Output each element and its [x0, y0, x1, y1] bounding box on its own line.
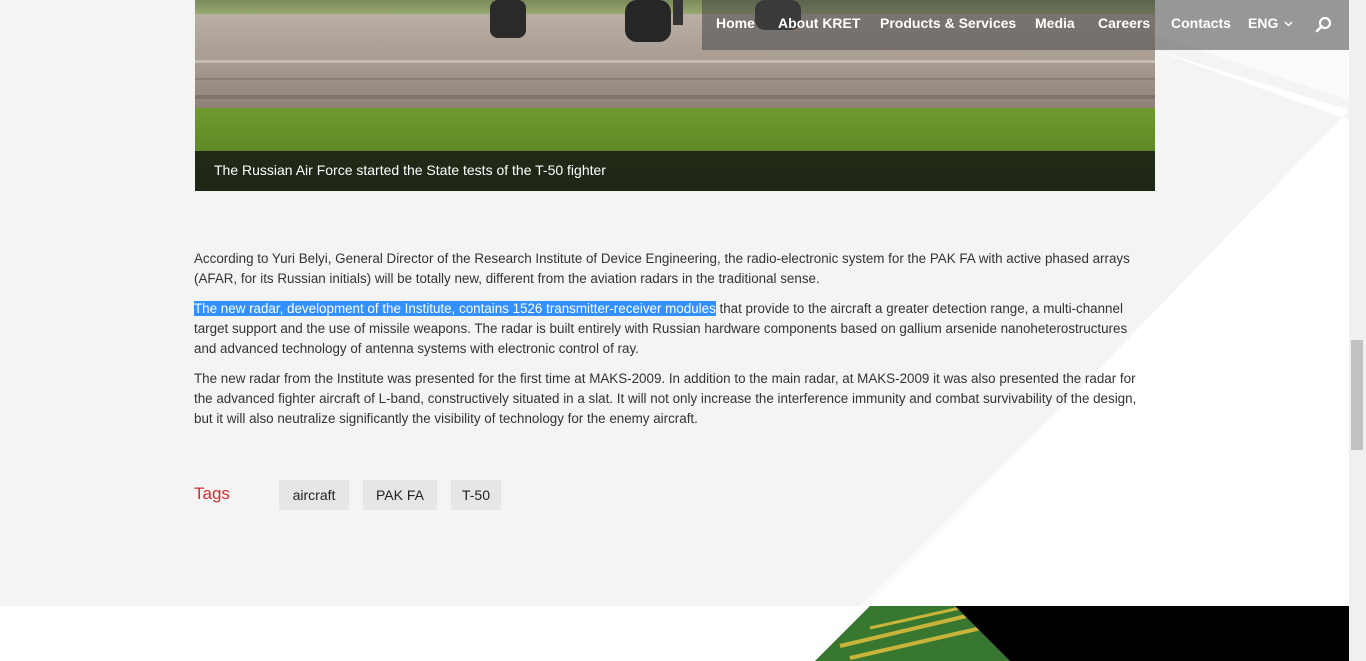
scrollbar-thumb[interactable] — [1351, 340, 1363, 450]
language-label: ENG — [1248, 15, 1279, 31]
language-selector[interactable]: ENG — [1248, 15, 1293, 31]
article-paragraph-2: The new radar, development of the Instit… — [194, 299, 1144, 359]
article-paragraph-1: According to Yuri Belyi, General Directo… — [194, 251, 1130, 286]
nav-item-products-services[interactable]: Products & Services — [880, 15, 1016, 31]
search-icon[interactable] — [1314, 15, 1334, 35]
nav-item-home[interactable]: Home — [716, 15, 755, 31]
nav-item-contacts[interactable]: Contacts — [1171, 15, 1231, 31]
tags-label: Tags — [194, 484, 230, 503]
tag-aircraft[interactable]: aircraft — [279, 480, 349, 510]
hero-caption-bar: The Russian Air Force started the State … — [195, 151, 1155, 191]
circuit-board-graphic — [0, 606, 1349, 661]
nav-item-media[interactable]: Media — [1035, 15, 1075, 31]
tag-pak-fa[interactable]: PAK FA — [363, 480, 437, 510]
article-paragraph-3: The new radar from the Institute was pre… — [194, 371, 1137, 426]
tag-t-50[interactable]: T-50 — [451, 480, 501, 510]
vertical-scrollbar[interactable] — [1349, 0, 1366, 661]
chevron-down-icon — [1284, 21, 1293, 27]
nav-item-about-kret[interactable]: About KRET — [778, 15, 860, 31]
nav-item-careers[interactable]: Careers — [1098, 15, 1150, 31]
page: The Russian Air Force started the State … — [0, 0, 1349, 661]
hero-caption: The Russian Air Force started the State … — [214, 162, 606, 178]
selected-text: The new radar, development of the Instit… — [194, 301, 716, 316]
top-navigation: Home About KRET Products & Services Medi… — [702, 0, 1349, 50]
footer-banner-image — [0, 606, 1349, 661]
